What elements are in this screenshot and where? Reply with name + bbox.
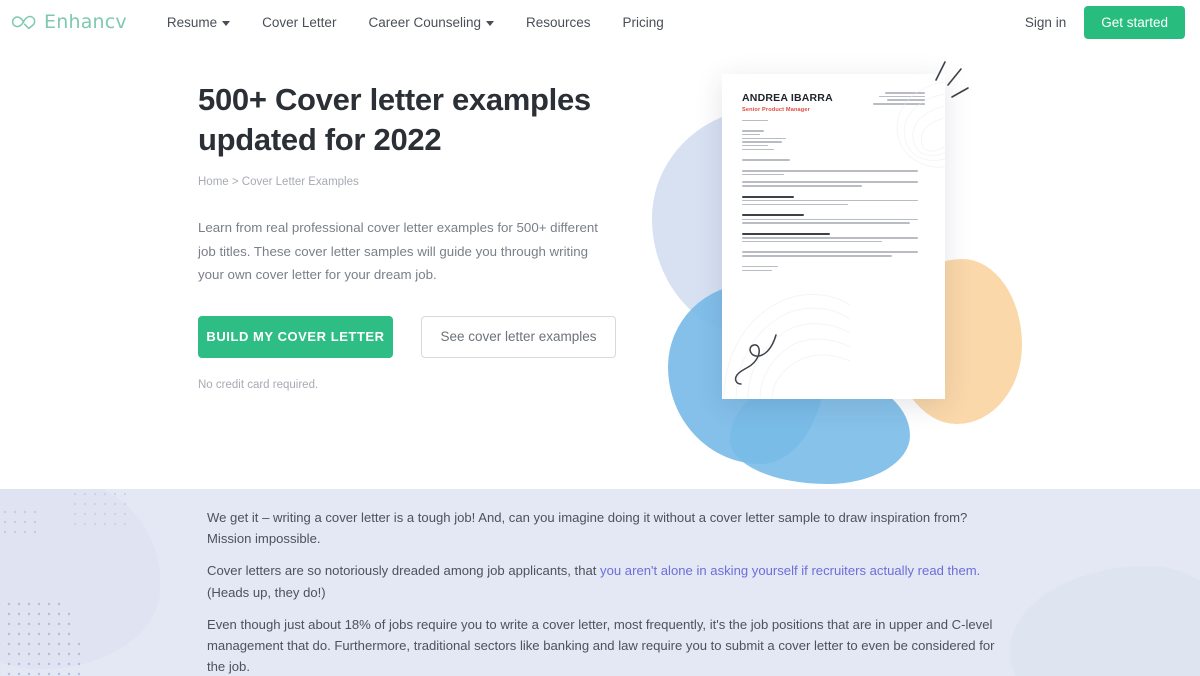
recruiters-read-them-link[interactable]: you aren't alone in asking yourself if r…	[600, 563, 980, 578]
nav-item-label: Resume	[166, 14, 218, 30]
cta-row: BUILD MY COVER LETTER See cover letter e…	[198, 315, 668, 358]
breadcrumb[interactable]: Home > Cover Letter Examples	[198, 176, 668, 188]
document-signature	[742, 265, 925, 271]
hero-copy: 500+ Cover letter examples updated for 2…	[198, 80, 668, 391]
nav-item-label: Pricing	[622, 14, 664, 30]
nav-actions: Sign in Get started	[1011, 5, 1185, 39]
document-paragraph	[742, 218, 925, 224]
page-root: Enhancv Resume Cover Letter Career Couns…	[0, 0, 1200, 676]
document-paragraph	[742, 251, 925, 257]
logo-wordmark: Enhancv	[44, 11, 127, 33]
intro-paragraph-2: Cover letters are so notoriously dreaded…	[207, 560, 1000, 602]
cover-letter-document-preview[interactable]: ANDREA IBARRA Senior Product Manager	[722, 74, 945, 399]
hero-section: 500+ Cover letter examples updated for 2…	[0, 44, 1200, 489]
nav-item-cover-letter[interactable]: Cover Letter	[246, 15, 352, 30]
paragraph-2-text-before: Cover letters are so notoriously dreaded…	[207, 563, 601, 579]
squiggle-decoration-icon	[734, 334, 777, 385]
nav-links: Resume Cover Letter Career Counseling Re…	[151, 15, 680, 30]
hero-subtitle: Learn from real professional cover lette…	[198, 219, 598, 283]
sign-in-link[interactable]: Sign in	[1011, 15, 1080, 30]
intro-content-section: We get it – writing a cover letter is a …	[0, 489, 1200, 676]
intro-paragraph-1: We get it – writing a cover letter is a …	[207, 510, 968, 547]
nav-item-resume[interactable]: Resume	[151, 15, 246, 30]
sparkle-icon	[935, 61, 969, 98]
hero-illustration: ANDREA IBARRA Senior Product Manager	[640, 44, 1060, 489]
top-navigation-bar: Enhancv Resume Cover Letter Career Couns…	[0, 0, 1200, 44]
nav-item-label: Cover Letter	[262, 14, 337, 30]
contour-decoration-icon	[896, 81, 945, 168]
enhancv-infinity-logo-icon	[11, 15, 36, 30]
intro-paragraph-3: Even though just about 18% of jobs requi…	[207, 616, 995, 675]
enhancv-logo[interactable]: Enhancv	[10, 11, 127, 33]
page-title: 500+ Cover letter examples updated for 2…	[198, 82, 591, 157]
get-started-button[interactable]: Get started	[1084, 5, 1185, 39]
intro-text-block: We get it – writing a cover letter is a …	[0, 489, 1200, 676]
chevron-down-icon	[486, 20, 495, 26]
paragraph-2-text-after: (Heads up, they do!)	[207, 584, 326, 600]
nav-item-career-counseling[interactable]: Career Counseling	[352, 15, 510, 30]
see-examples-button[interactable]: See cover letter examples	[421, 315, 616, 358]
document-paragraph	[742, 237, 925, 243]
chevron-down-icon	[222, 20, 231, 26]
nav-item-label: Resources	[526, 14, 591, 30]
no-credit-card-note: No credit card required.	[198, 378, 319, 391]
nav-item-resources[interactable]: Resources	[510, 15, 607, 30]
build-cover-letter-button[interactable]: BUILD MY COVER LETTER	[198, 315, 393, 358]
nav-item-pricing[interactable]: Pricing	[607, 15, 680, 30]
nav-item-label: Career Counseling	[368, 14, 482, 30]
